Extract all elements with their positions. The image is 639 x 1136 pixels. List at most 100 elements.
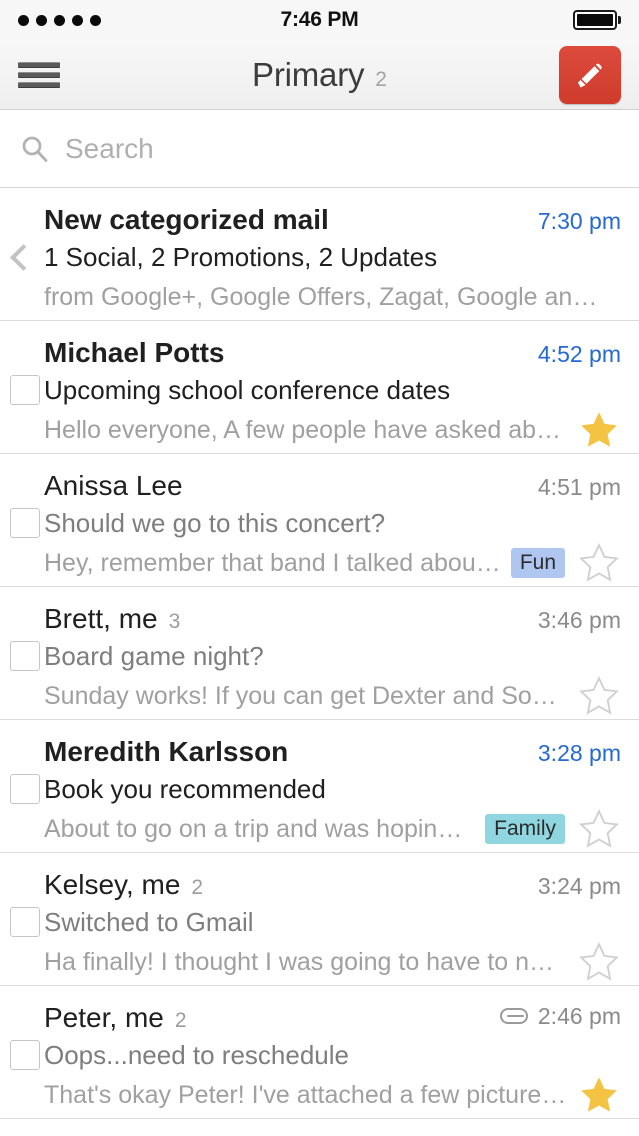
- email-row[interactable]: Brett, me 3 3:46 pm Board game night? Sunday…: [0, 587, 639, 720]
- hamburger-menu-icon[interactable]: [18, 60, 60, 90]
- email-preview-line: Ha finally! I thought I was going to hav…: [44, 941, 621, 983]
- email-row[interactable]: Michael Potts 4:52 pm Upcoming school conf…: [0, 321, 639, 454]
- select-checkbox[interactable]: [10, 907, 40, 937]
- email-snippet: from Google+, Google Offers, Zagat, Goog…: [44, 282, 611, 311]
- sender-name: Michael Potts: [44, 337, 225, 368]
- email-preview-line: Sunday works! If you can get Dexter and …: [44, 675, 621, 717]
- select-checkbox[interactable]: [10, 641, 40, 671]
- star-filled-icon[interactable]: [577, 409, 621, 451]
- email-row-header: Peter, me 2 2:46 pm: [44, 1002, 621, 1040]
- status-bar: 7:46 PM: [0, 0, 639, 40]
- compose-button[interactable]: [559, 45, 621, 104]
- email-row-header: Kelsey, me 2 3:24 pm: [44, 869, 621, 907]
- email-subject-line: Should we go to this concert?: [44, 508, 621, 543]
- email-row-header: Brett, me 3 3:46 pm: [44, 603, 621, 641]
- select-checkbox[interactable]: [10, 1040, 40, 1070]
- star-empty-icon[interactable]: [577, 808, 621, 850]
- email-row-trailing: [577, 1074, 621, 1116]
- page-title: Primary: [252, 55, 365, 93]
- sender-group: Brett, me 3: [44, 603, 180, 635]
- email-row[interactable]: Peter, me 2 2:46 pm Oops...need to reschedu…: [0, 986, 639, 1119]
- unread-count-badge: 2: [375, 67, 387, 91]
- email-timestamp: 3:24 pm: [537, 873, 621, 899]
- gmail-inbox-screen: 7:46 PM Primary 2 Search New categorized…: [0, 0, 639, 1136]
- timestamp-group: 3:46 pm: [528, 607, 621, 634]
- star-filled-icon[interactable]: [577, 1074, 621, 1116]
- sender-group: Anissa Lee: [44, 470, 183, 502]
- email-subject-line: Oops...need to reschedule: [44, 1040, 621, 1075]
- email-subject-line: Upcoming school conference dates: [44, 375, 621, 410]
- page-title-group: Primary 2: [0, 56, 639, 94]
- star-empty-icon[interactable]: [577, 941, 621, 983]
- email-label-chip[interactable]: Fun: [510, 548, 565, 578]
- sender-name: Anissa Lee: [44, 470, 183, 501]
- email-subject: Should we go to this concert?: [44, 508, 386, 538]
- email-row[interactable]: Kelsey, me 2 3:24 pm Switched to Gmail Ha fi…: [0, 853, 639, 986]
- email-preview-line: from Google+, Google Offers, Zagat, Goog…: [44, 277, 621, 317]
- email-subject: Board game night?: [44, 641, 264, 671]
- email-label-chip[interactable]: Family: [485, 814, 565, 844]
- email-subject: Oops...need to reschedule: [44, 1040, 349, 1070]
- sender-name: Kelsey, me: [44, 869, 181, 900]
- sender-name: Meredith Karlsson: [44, 736, 289, 767]
- email-subject: Upcoming school conference dates: [44, 375, 451, 405]
- email-row-header: Michael Potts 4:52 pm: [44, 337, 621, 375]
- email-snippet: Sunday works! If you can get Dexter and …: [44, 681, 567, 710]
- thread-count: 3: [168, 610, 181, 633]
- star-empty-icon[interactable]: [577, 542, 621, 584]
- email-subject-line: Board game night?: [44, 641, 621, 676]
- email-preview-line: That's okay Peter! I've attached a few p…: [44, 1075, 621, 1115]
- timestamp-group: 4:51 pm: [528, 474, 621, 501]
- thread-count: 2: [174, 1009, 187, 1032]
- timestamp-group: 7:30 pm: [528, 208, 621, 235]
- email-row[interactable]: Meredith Karlsson 3:28 pm Book you recomme…: [0, 720, 639, 853]
- timestamp-group: 4:52 pm: [528, 341, 621, 368]
- sender-group: Peter, me 2: [44, 1002, 187, 1034]
- sender-group: Michael Potts: [44, 337, 224, 369]
- email-timestamp: 3:28 pm: [537, 740, 621, 766]
- email-subject-line: 1 Social, 2 Promotions, 2 Updates: [44, 242, 621, 277]
- timestamp-group: 3:28 pm: [528, 740, 621, 767]
- search-bar[interactable]: [0, 110, 639, 188]
- navigation-bar: Primary 2: [0, 40, 639, 110]
- timestamp-group: 2:46 pm: [489, 1003, 621, 1030]
- email-row-trailing: [577, 675, 621, 717]
- email-row-trailing: Fun: [510, 542, 621, 584]
- email-timestamp: 3:46 pm: [537, 607, 621, 633]
- email-row[interactable]: Anissa Lee 4:51 pm Should we go to this co…: [0, 454, 639, 587]
- email-timestamp: 4:51 pm: [537, 474, 621, 500]
- email-subject-line: Book you recommended: [44, 774, 621, 809]
- search-icon: [22, 136, 48, 162]
- email-timestamp: 4:52 pm: [537, 341, 621, 367]
- email-subject-line: Switched to Gmail: [44, 907, 621, 942]
- thread-count: 2: [191, 876, 204, 899]
- email-snippet: Ha finally! I thought I was going to hav…: [44, 947, 567, 976]
- email-timestamp: 7:30 pm: [537, 208, 621, 234]
- select-checkbox[interactable]: [10, 774, 40, 804]
- email-row-trailing: [577, 941, 621, 983]
- search-input[interactable]: [65, 132, 619, 165]
- select-checkbox[interactable]: [10, 375, 40, 405]
- attachment-paperclip-icon: [499, 1008, 528, 1024]
- email-preview-line: About to go on a trip and was hoping to …: [44, 808, 621, 850]
- email-subject: 1 Social, 2 Promotions, 2 Updates: [44, 242, 438, 272]
- email-row-header: Meredith Karlsson 3:28 pm: [44, 736, 621, 774]
- chevron-left-icon[interactable]: [10, 244, 36, 270]
- email-list: New categorized mail 7:30 pm 1 Social, 2 P…: [0, 188, 639, 1119]
- email-subject: Book you recommended: [44, 774, 326, 804]
- email-row-trailing: Family: [485, 808, 621, 850]
- email-row[interactable]: New categorized mail 7:30 pm 1 Social, 2 P…: [0, 188, 639, 321]
- email-row-header: New categorized mail 7:30 pm: [44, 204, 621, 242]
- status-bar-clock: 7:46 PM: [280, 8, 359, 31]
- email-subject: Switched to Gmail: [44, 907, 254, 937]
- sender-name: Peter, me: [44, 1002, 164, 1033]
- sender-name: New categorized mail: [44, 204, 329, 235]
- email-timestamp: 2:46 pm: [537, 1002, 621, 1029]
- select-checkbox[interactable]: [10, 508, 40, 538]
- email-snippet: Hello everyone, A few people have asked …: [44, 415, 567, 444]
- email-preview-line: Hey, remember that band I talked about? …: [44, 542, 621, 584]
- email-snippet: About to go on a trip and was hoping to …: [44, 814, 475, 843]
- star-empty-icon[interactable]: [577, 675, 621, 717]
- email-row-trailing: [577, 409, 621, 451]
- sender-name: Brett, me: [44, 603, 158, 634]
